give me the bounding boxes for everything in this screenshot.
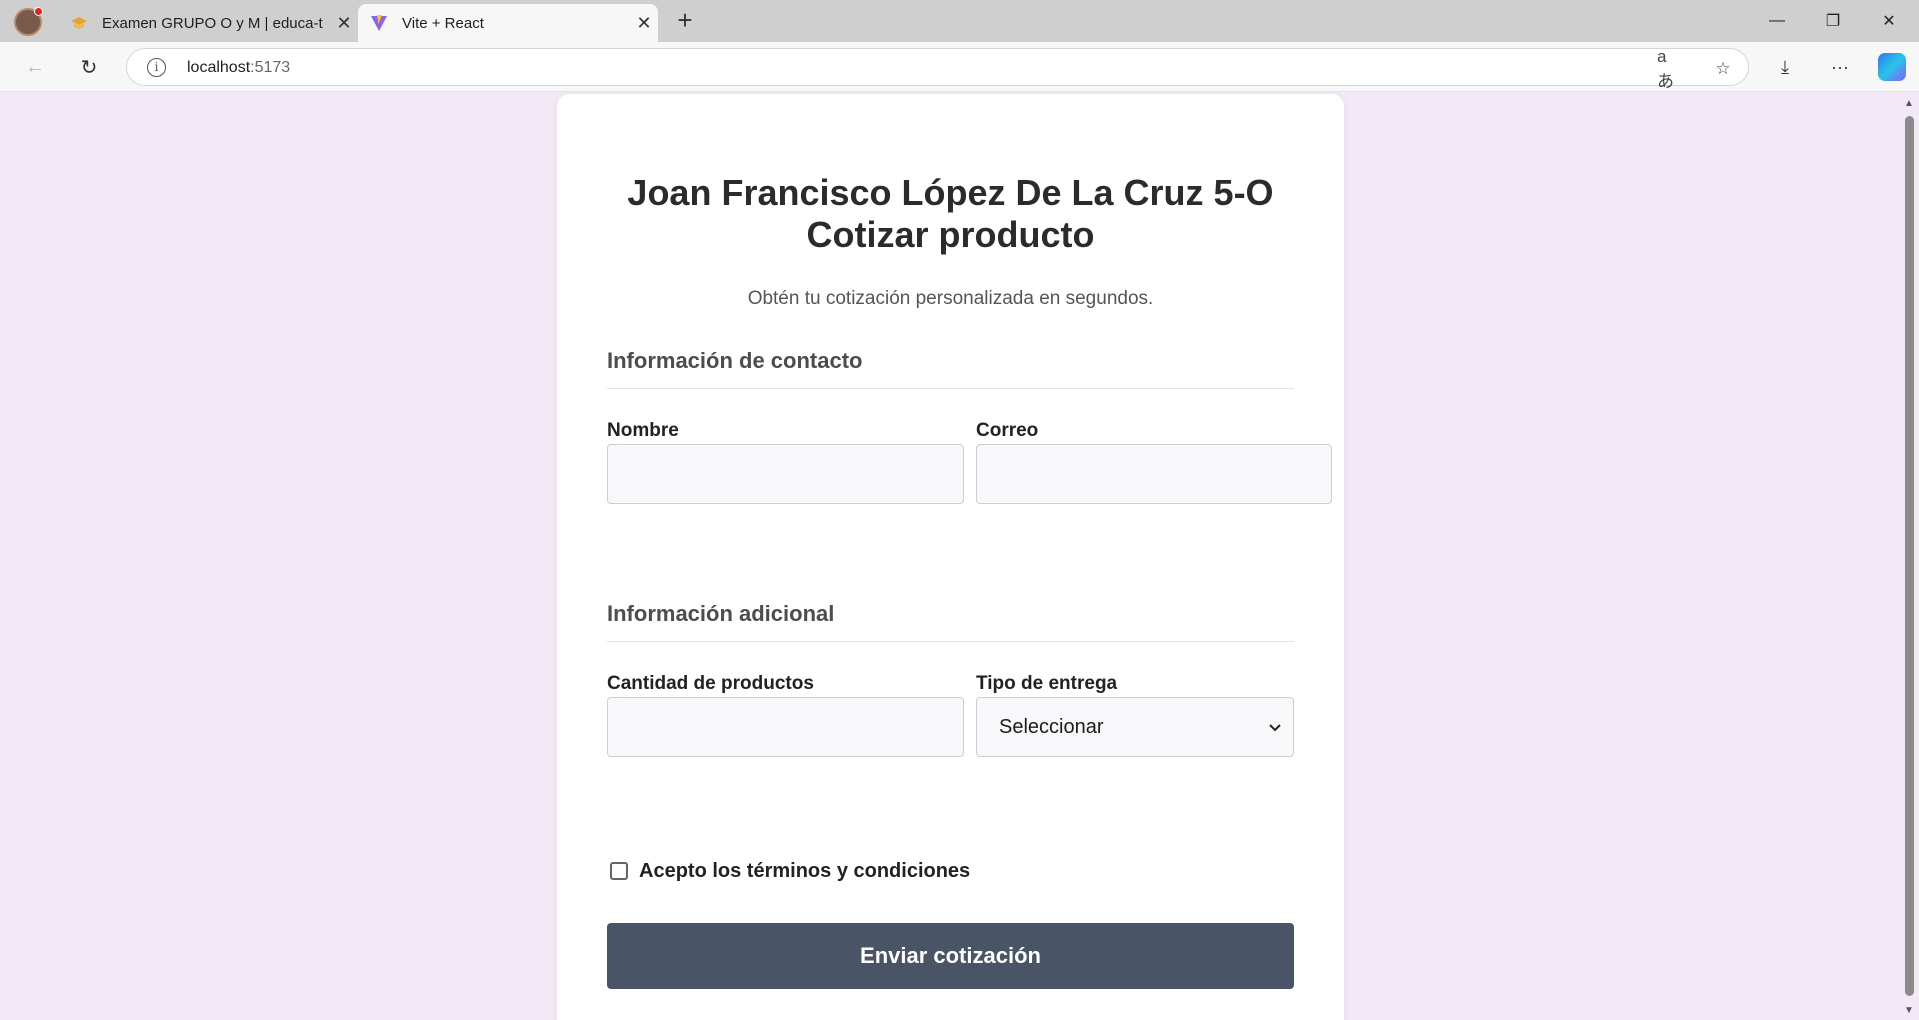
downloads-icon[interactable]: ⤓ — [1772, 54, 1798, 80]
tab-title: Examen GRUPO O y M | educa-t — [102, 14, 323, 32]
url-text: localhost:5173 — [187, 59, 291, 76]
tab-bar: Examen GRUPO O y M | educa-t ✕ Vite + Re… — [0, 0, 1919, 42]
page-viewport: Joan Francisco López De La Cruz 5-O Coti… — [0, 92, 1919, 1020]
site-info-icon[interactable]: i — [147, 58, 166, 77]
page-title: Joan Francisco López De La Cruz 5-O Coti… — [627, 172, 1274, 255]
minimize-icon[interactable]: — — [1749, 0, 1805, 42]
delivery-type-label: Tipo de entrega — [976, 673, 1118, 694]
chevron-down-icon — [1269, 719, 1281, 735]
copilot-icon[interactable] — [1878, 53, 1906, 81]
notification-dot-icon — [34, 7, 43, 16]
close-window-icon[interactable]: ✕ — [1861, 0, 1917, 42]
submit-quote-button[interactable]: Enviar cotización — [607, 923, 1294, 989]
profile-avatar[interactable] — [14, 7, 43, 36]
translate-icon[interactable]: aあ — [1657, 47, 1681, 91]
close-tab-icon[interactable]: ✕ — [630, 13, 658, 34]
email-input[interactable] — [976, 444, 1332, 504]
educa-favicon-icon — [70, 14, 88, 32]
scrollbar-thumb[interactable] — [1905, 116, 1914, 996]
vertical-scrollbar[interactable]: ▲ ▼ — [1900, 92, 1919, 1020]
browser-toolbar: ← ↻ i localhost:5173 aあ ☆ ⤓ ··· — [0, 42, 1919, 92]
name-label: Nombre — [607, 420, 679, 441]
tab-title: Vite + React — [402, 14, 484, 32]
delivery-type-value: Seleccionar — [999, 715, 1104, 738]
scroll-down-icon[interactable]: ▼ — [1904, 1005, 1914, 1016]
favorite-star-icon[interactable]: ☆ — [1711, 57, 1735, 81]
restore-icon[interactable]: ❐ — [1805, 0, 1861, 42]
address-bar[interactable]: i localhost:5173 aあ ☆ — [126, 47, 1749, 91]
name-input[interactable] — [607, 444, 964, 504]
page-subtitle: Obtén tu cotización personalizada en seg… — [747, 288, 1154, 309]
reload-icon[interactable]: ↻ — [74, 52, 104, 82]
terms-checkbox[interactable] — [610, 862, 628, 880]
close-tab-icon[interactable]: ✕ — [330, 13, 358, 34]
more-menu-icon[interactable]: ··· — [1827, 54, 1853, 80]
new-tab-button[interactable]: + — [670, 6, 700, 36]
vite-favicon-icon — [370, 14, 388, 32]
contact-section-title: Información de contacto — [607, 348, 1294, 389]
tab-vite-react[interactable]: Vite + React ✕ — [358, 4, 658, 42]
tab-examen[interactable]: Examen GRUPO O y M | educa-t ✕ — [58, 4, 358, 42]
scroll-up-icon[interactable]: ▲ — [1904, 98, 1914, 109]
delivery-type-select[interactable]: Seleccionar — [976, 697, 1294, 757]
additional-section-title: Información adicional — [607, 601, 1294, 642]
quote-form-card: Joan Francisco López De La Cruz 5-O Coti… — [557, 94, 1344, 1020]
quantity-label: Cantidad de productos — [607, 673, 814, 694]
email-label: Correo — [976, 420, 1039, 441]
quantity-input[interactable] — [607, 697, 964, 757]
back-icon[interactable]: ← — [20, 52, 50, 82]
terms-label[interactable]: Acepto los términos y condiciones — [639, 860, 970, 883]
